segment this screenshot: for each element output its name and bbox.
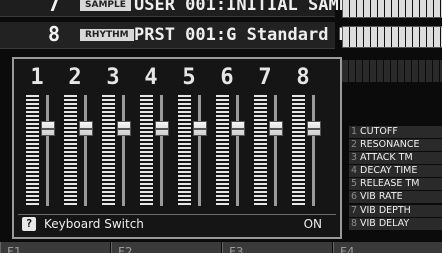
fader-scale: [102, 95, 115, 206]
param-item[interactable]: 5 RELEASE TM: [349, 178, 442, 192]
parameter-list: 1 CUTOFF 2 RESONANCE 3 ATTACK TM 4 DECAY TIM…: [349, 126, 442, 231]
fader-track[interactable]: [160, 95, 163, 206]
part-row-8[interactable]: 8 RHYTHM PRST 001:G Standard Kit: [0, 22, 369, 49]
channel-number: 2: [68, 65, 82, 90]
info-bar: ? Keyboard Switch ON: [18, 214, 336, 233]
param-item[interactable]: 8 VIB DELAY: [349, 217, 442, 231]
keyboard-range-icon: [342, 60, 442, 82]
param-item[interactable]: 2 RESONANCE: [349, 139, 442, 153]
param-item[interactable]: 1 CUTOFF: [349, 126, 442, 139]
fader-scale: [254, 95, 267, 206]
tab-f3[interactable]: F3: [222, 242, 332, 253]
tab-f1[interactable]: F1: [0, 242, 110, 253]
channel-number: 8: [296, 65, 310, 90]
channel-number: 4: [144, 65, 158, 90]
part-type-badge: SAMPLE: [80, 0, 131, 11]
param-item[interactable]: 7 VIB DEPTH: [349, 204, 442, 218]
fader-track[interactable]: [46, 95, 49, 206]
fader-knob[interactable]: [155, 120, 169, 136]
fader-scale: [178, 95, 191, 206]
part-number: 7: [48, 0, 61, 16]
fader-knob[interactable]: [307, 120, 321, 136]
mixer-panel: 12345678 ? Keyboard Switch ON: [12, 57, 342, 239]
fader-track[interactable]: [312, 95, 315, 206]
function-tabs: F1 F2 F3 F4: [0, 242, 442, 253]
channel-number: 5: [182, 65, 196, 90]
fader-knob[interactable]: [193, 120, 207, 136]
fader-track[interactable]: [198, 95, 201, 206]
param-item[interactable]: 4 DECAY TIME: [349, 165, 442, 179]
channel-number: 6: [220, 65, 234, 90]
fader-track[interactable]: [122, 95, 125, 206]
part-patch-name: USER 001:INITIAL SAMPLE: [134, 0, 370, 15]
info-label: Keyboard Switch: [44, 217, 144, 231]
channel-number: 3: [106, 65, 120, 90]
param-item[interactable]: 6 VIB RATE: [349, 191, 442, 205]
channel-number: 1: [30, 65, 44, 90]
fader-track[interactable]: [274, 95, 277, 206]
part-number: 8: [48, 22, 61, 46]
fader-knob[interactable]: [79, 120, 93, 136]
tab-f4[interactable]: F4: [333, 242, 442, 253]
part-type-badge: RHYTHM: [80, 29, 134, 41]
fader-track[interactable]: [236, 95, 239, 206]
fader-scale: [292, 95, 305, 206]
fader-knob[interactable]: [269, 120, 283, 136]
fader-scale: [64, 95, 77, 206]
fader-scale: [216, 95, 229, 206]
fader-knob[interactable]: [41, 120, 55, 136]
info-value[interactable]: ON: [304, 217, 322, 231]
part-patch-name: PRST 001:G Standard Kit: [134, 25, 370, 45]
part-row-7[interactable]: 7 SAMPLE USER 001:INITIAL SAMPLE: [0, 0, 369, 17]
keyboard-range-icon: [342, 0, 442, 18]
fader-knob[interactable]: [117, 120, 131, 136]
fader-track[interactable]: [84, 95, 87, 206]
tab-f2[interactable]: F2: [111, 242, 221, 253]
keyboard-range-icon: [342, 26, 442, 48]
channel-number: 7: [258, 65, 272, 90]
fader-knob[interactable]: [231, 120, 245, 136]
fader-scale: [26, 95, 39, 206]
fader-scale: [140, 95, 153, 206]
param-item[interactable]: 3 ATTACK TM: [349, 152, 442, 166]
help-icon[interactable]: ?: [22, 217, 36, 231]
